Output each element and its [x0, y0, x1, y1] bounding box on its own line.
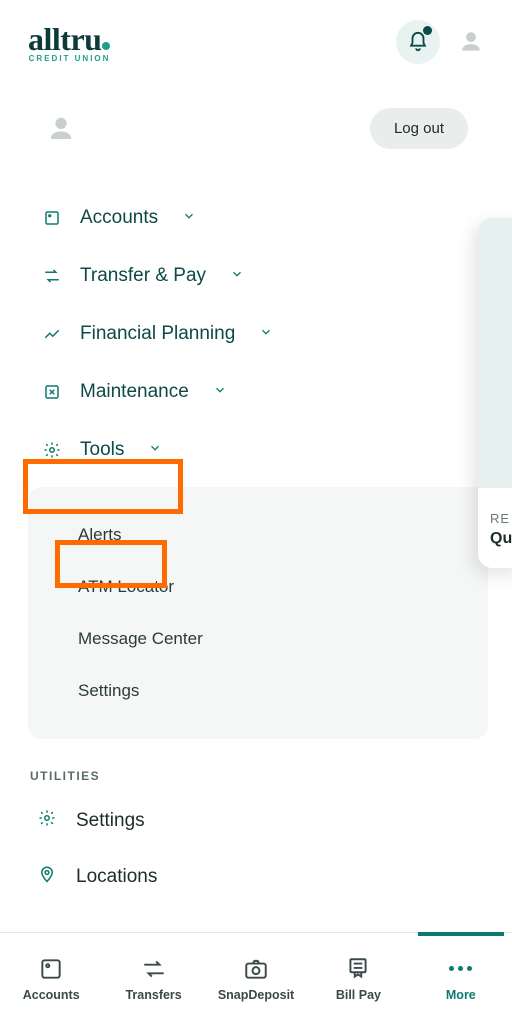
- util-label: Settings: [76, 810, 145, 832]
- billpay-icon: [345, 956, 371, 982]
- tab-snapdeposit[interactable]: SnapDeposit: [205, 933, 307, 1024]
- chevron-down-icon: [230, 265, 244, 287]
- tools-submenu: Alerts ATM Locator Message Center Settin…: [28, 487, 488, 739]
- gear-icon: [38, 809, 56, 833]
- accounts-icon: [42, 208, 62, 228]
- nav-label: Tools: [80, 439, 124, 461]
- camera-icon: [243, 956, 269, 982]
- notification-dot-icon: [423, 26, 432, 35]
- chart-icon: [42, 324, 62, 344]
- profile-avatar-small[interactable]: [458, 29, 484, 55]
- chevron-down-icon: [259, 323, 273, 345]
- tab-accounts[interactable]: Accounts: [0, 933, 102, 1024]
- transfer-icon: [141, 956, 167, 982]
- sub-item-settings[interactable]: Settings: [38, 665, 478, 717]
- person-icon: [46, 114, 76, 144]
- bottom-tab-bar: Accounts Transfers SnapDeposit Bill Pay …: [0, 932, 512, 1024]
- maintenance-icon: [42, 382, 62, 402]
- gear-icon: [42, 440, 62, 460]
- sub-item-atm-locator[interactable]: ATM Locator: [38, 561, 478, 613]
- sub-item-message-center[interactable]: Message Center: [38, 613, 478, 665]
- nav-item-accounts[interactable]: Accounts: [24, 189, 488, 247]
- sub-item-alerts[interactable]: Alerts: [38, 509, 478, 561]
- util-label: Locations: [76, 866, 157, 888]
- chevron-down-icon: [213, 381, 227, 403]
- utilities-heading: UTILITIES: [24, 739, 488, 793]
- util-item-settings[interactable]: Settings: [24, 793, 488, 849]
- peek-line1: RE: [490, 511, 510, 526]
- brand-dot-icon: [102, 42, 110, 50]
- pin-icon: [38, 865, 56, 889]
- tab-label: Bill Pay: [336, 988, 381, 1002]
- peek-card-image: [478, 218, 512, 488]
- main-nav: Accounts Transfer & Pay Financial Planni…: [0, 159, 512, 905]
- more-dots-icon: [449, 956, 472, 982]
- nav-label: Transfer & Pay: [80, 265, 206, 287]
- transfer-icon: [42, 266, 62, 286]
- tab-label: SnapDeposit: [218, 988, 294, 1002]
- tab-transfers[interactable]: Transfers: [102, 933, 204, 1024]
- accounts-icon: [38, 956, 64, 982]
- util-item-locations[interactable]: Locations: [24, 849, 488, 905]
- notifications-button[interactable]: [396, 20, 440, 64]
- profile-avatar[interactable]: [46, 114, 76, 144]
- top-icons: [396, 20, 484, 64]
- nav-item-maintenance[interactable]: Maintenance: [24, 363, 488, 421]
- peek-line2: Qu: [490, 530, 512, 548]
- top-bar: alltru CREDIT UNION: [0, 0, 512, 74]
- nav-item-financial-planning[interactable]: Financial Planning: [24, 305, 488, 363]
- chevron-down-icon: [148, 439, 162, 461]
- user-row: Log out: [0, 74, 512, 159]
- nav-label: Financial Planning: [80, 323, 235, 345]
- brand-name: alltru: [28, 21, 110, 58]
- tab-label: Accounts: [23, 988, 80, 1002]
- person-icon: [458, 29, 484, 55]
- brand-logo: alltru CREDIT UNION: [28, 21, 110, 63]
- nav-label: Accounts: [80, 207, 158, 229]
- logout-button[interactable]: Log out: [370, 108, 468, 149]
- tab-more[interactable]: More: [410, 933, 512, 1024]
- peek-card[interactable]: RE Qu: [478, 218, 512, 568]
- chevron-down-icon: [182, 207, 196, 229]
- nav-label: Maintenance: [80, 381, 189, 403]
- nav-item-tools[interactable]: Tools: [24, 421, 488, 479]
- nav-item-transfer-pay[interactable]: Transfer & Pay: [24, 247, 488, 305]
- tab-label: Transfers: [125, 988, 181, 1002]
- tab-label: More: [446, 988, 476, 1002]
- tab-billpay[interactable]: Bill Pay: [307, 933, 409, 1024]
